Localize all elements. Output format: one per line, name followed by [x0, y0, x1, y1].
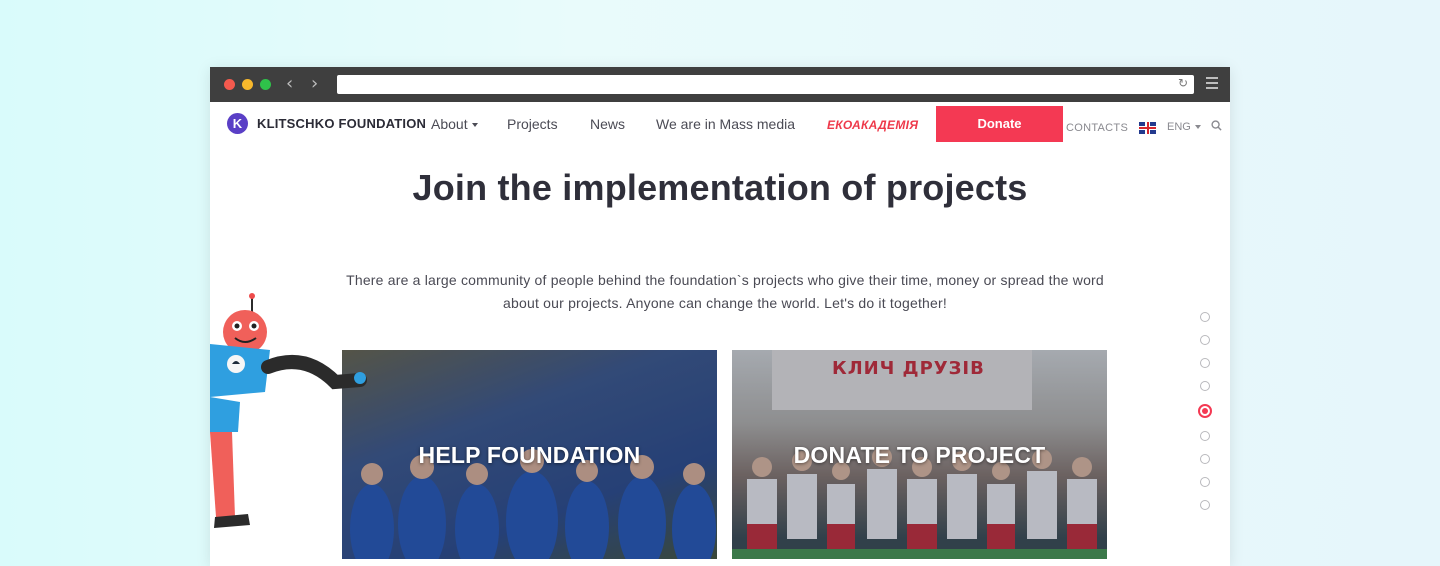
- intro-line-1: There are a large community of people be…: [346, 272, 1104, 288]
- reload-icon[interactable]: ↻: [1178, 76, 1188, 90]
- pager-dot-6[interactable]: [1200, 431, 1210, 441]
- intro-line-2: about our projects. Anyone can change th…: [503, 295, 947, 311]
- pager-dot-9[interactable]: [1200, 500, 1210, 510]
- back-arrow-icon[interactable]: ‹: [286, 74, 293, 94]
- page-title: Join the implementation of projects: [412, 167, 1028, 208]
- language-selector[interactable]: ENG: [1167, 121, 1201, 133]
- forward-arrow-icon[interactable]: ›: [311, 74, 318, 94]
- logo-mark-icon: K: [227, 113, 248, 134]
- nav-item-about-label: About: [431, 116, 468, 132]
- pager-dot-7[interactable]: [1200, 454, 1210, 464]
- nav-item-about[interactable]: About: [431, 116, 478, 132]
- intro-text: There are a large community of people be…: [300, 269, 1150, 315]
- caret-down-icon: [1194, 125, 1201, 130]
- contacts-link[interactable]: CONTACTS: [1066, 122, 1128, 134]
- logo-text: KLITSCHKO FOUNDATION: [257, 116, 427, 131]
- maximize-window-dot[interactable]: [260, 79, 271, 90]
- pager-dot-4[interactable]: [1200, 381, 1210, 391]
- pager-dot-3[interactable]: [1200, 358, 1210, 368]
- donate-to-project-card[interactable]: КЛИЧ ДРУЗІВ DONATE TO PROJECT: [732, 350, 1107, 559]
- help-foundation-title: HELP FOUNDATION: [418, 442, 641, 468]
- pager-dot-1[interactable]: [1200, 312, 1210, 322]
- language-label: ENG: [1167, 121, 1191, 133]
- browser-window: ‹ › ↻ K KLITSCHKO FOUNDATION About Proje…: [210, 67, 1230, 566]
- address-bar[interactable]: ↻: [337, 75, 1194, 94]
- nav-item-news[interactable]: News: [590, 116, 625, 132]
- search-icon[interactable]: [1211, 120, 1222, 131]
- uk-flag-icon[interactable]: [1139, 122, 1156, 134]
- hamburger-menu-icon[interactable]: [1206, 77, 1218, 92]
- robot-mascot-illustration: [210, 293, 367, 528]
- pager-dot-5-active[interactable]: [1198, 404, 1212, 418]
- nav-item-projects[interactable]: Projects: [507, 116, 558, 132]
- site-logo[interactable]: K KLITSCHKO FOUNDATION: [227, 113, 426, 134]
- site-header: K KLITSCHKO FOUNDATION About Projects Ne…: [210, 102, 1230, 147]
- pager-dot-2[interactable]: [1200, 335, 1210, 345]
- donate-to-project-title: DONATE TO PROJECT: [793, 442, 1046, 468]
- nav-item-ekoakademiya[interactable]: ЕКОАКАДЕМІЯ: [827, 118, 918, 132]
- close-window-dot[interactable]: [224, 79, 235, 90]
- pager-dot-8[interactable]: [1200, 477, 1210, 487]
- help-foundation-card[interactable]: HELP FOUNDATION: [342, 350, 717, 559]
- browser-toolbar: ‹ › ↻: [210, 67, 1230, 102]
- donate-button[interactable]: Donate: [936, 106, 1063, 142]
- caret-down-icon: [471, 123, 478, 128]
- nav-item-mass-media[interactable]: We are in Mass media: [656, 116, 795, 132]
- minimize-window-dot[interactable]: [242, 79, 253, 90]
- section-pager: [1198, 312, 1212, 523]
